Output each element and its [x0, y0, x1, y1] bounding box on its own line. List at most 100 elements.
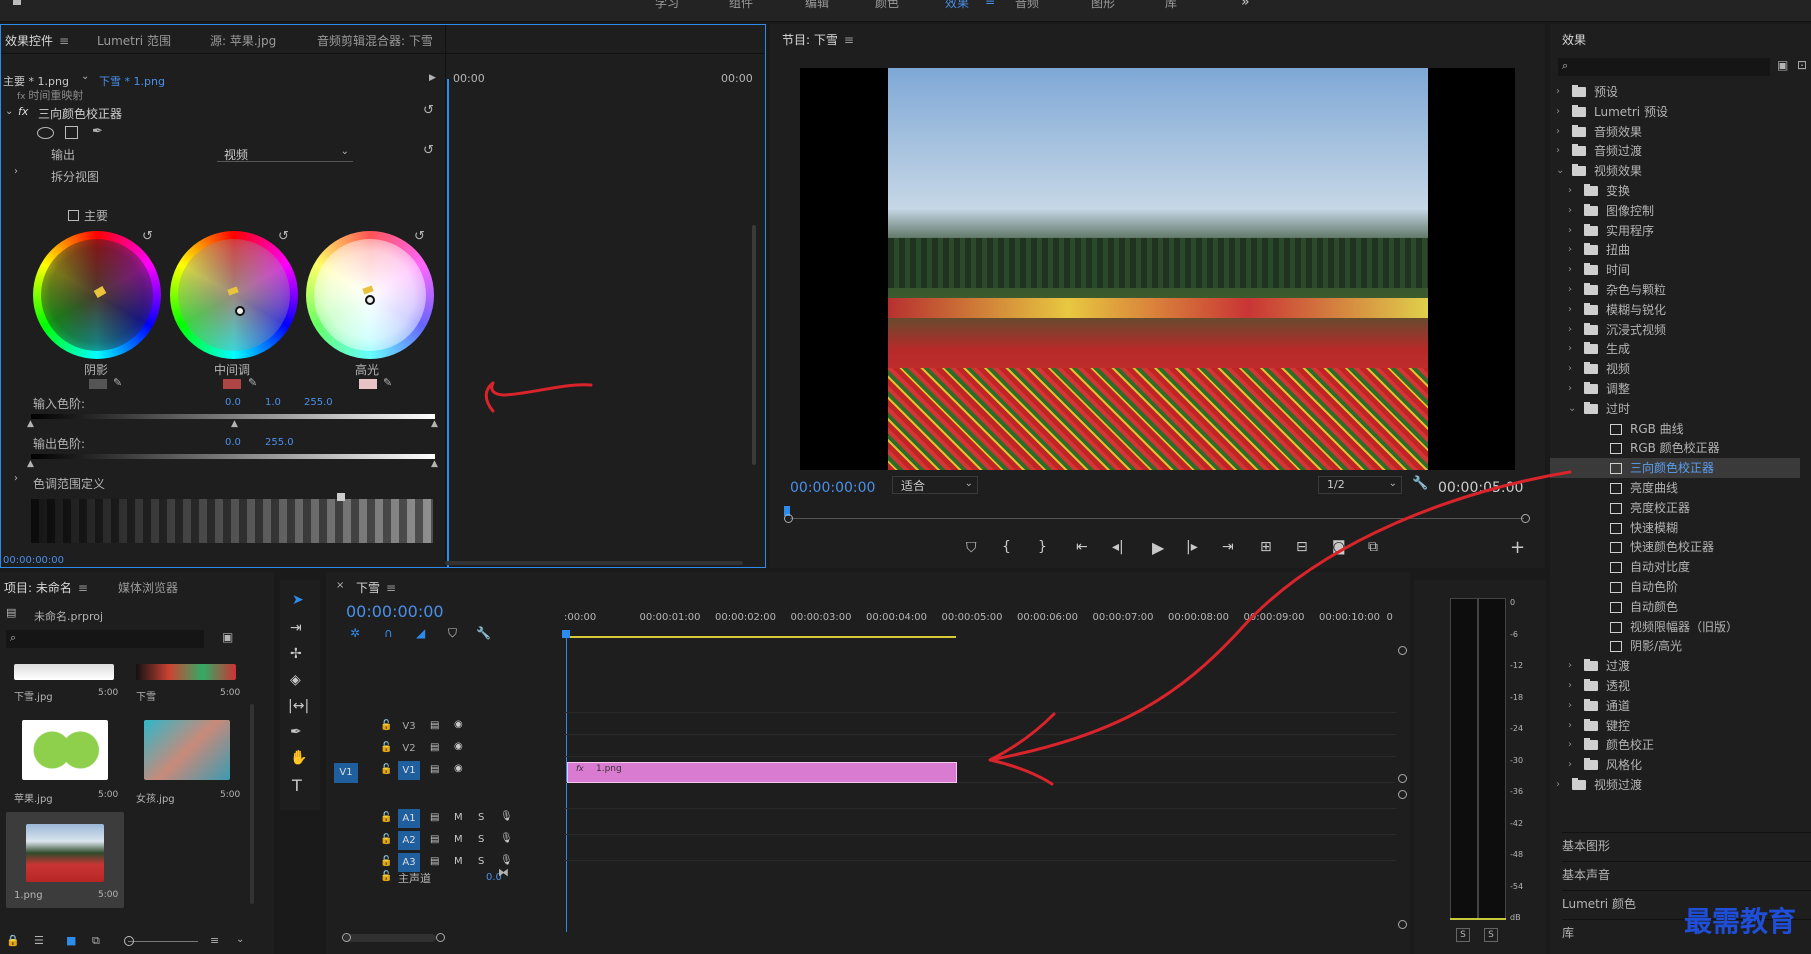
zoom-select[interactable]: 适合 ⌄	[892, 476, 978, 494]
effects-tree-item[interactable]: › 扭曲	[1550, 240, 1800, 260]
zoom-slider[interactable]	[128, 941, 198, 942]
chevron-right-icon[interactable]: ›	[1568, 280, 1572, 300]
slip-tool-icon[interactable]: |↔|	[288, 698, 309, 714]
tab-audio-clip-mixer[interactable]: 音频剪辑混合器: 下雪	[317, 32, 433, 49]
tab-source[interactable]: 源: 苹果.jpg	[210, 32, 276, 49]
chevron-right-icon[interactable]: ›	[1568, 181, 1572, 201]
effects-tree-item[interactable]: 自动颜色	[1550, 597, 1800, 617]
swatch-highlights[interactable]	[359, 379, 377, 389]
track-select-tool-icon[interactable]: ⇥	[290, 620, 302, 636]
ec-scrollbar[interactable]	[445, 561, 743, 565]
chevron-down-icon[interactable]: ⌄	[236, 934, 244, 945]
chevron-right-icon[interactable]: ›	[1556, 122, 1560, 142]
selection-tool-icon[interactable]: ➤	[292, 592, 304, 608]
tonal-range-chevron-icon[interactable]: ›	[14, 473, 18, 484]
project-search-input[interactable]: ⌕	[6, 630, 204, 648]
add-marker-icon[interactable]: ⛉	[448, 626, 457, 641]
effects-tree-item[interactable]: › 时间	[1550, 260, 1800, 280]
project-item-name[interactable]: 女孩.jpg	[136, 790, 175, 805]
workspace-tab[interactable]: 组件	[729, 0, 753, 11]
solo-left-button[interactable]: S	[1456, 928, 1470, 942]
reset-icon[interactable]: ↺	[423, 103, 434, 118]
effects-search-input[interactable]: ⌕	[1558, 58, 1770, 76]
project-item-thumb[interactable]	[22, 720, 108, 780]
track-target-toggle[interactable]: A1	[398, 809, 420, 828]
timeline-clip[interactable]: fx 1.png	[567, 762, 957, 783]
reset-icon[interactable]: ↺	[414, 229, 425, 244]
chevron-down-icon[interactable]: ⌄	[1568, 399, 1576, 419]
effects-tree-item[interactable]: ⌄ 过时	[1550, 399, 1800, 419]
sync-lock-icon[interactable]: ▤	[430, 764, 439, 775]
solo-right-button[interactable]: S	[1484, 928, 1498, 942]
bin-icon[interactable]: ▣	[222, 630, 233, 644]
tonal-range-strip[interactable]	[31, 499, 433, 543]
track-header[interactable]: 🔓 A3 ▤ M S 🎙	[326, 852, 564, 874]
time-remap-row[interactable]: fx 时间重映射	[17, 87, 83, 103]
solo-button[interactable]: S	[478, 834, 484, 845]
effects-tree-item[interactable]: › 键控	[1550, 716, 1800, 736]
chevron-right-icon[interactable]: ›	[1568, 359, 1572, 379]
program-title[interactable]: 节目: 下雪 ≡	[782, 31, 854, 48]
add-marker-icon[interactable]: ⛉	[966, 540, 977, 556]
razor-tool-icon[interactable]: ◈	[290, 672, 301, 688]
effects-tree-item[interactable]: 亮度校正器	[1550, 498, 1800, 518]
solo-button[interactable]: S	[478, 812, 484, 823]
track-target-toggle[interactable]: V2	[398, 739, 420, 758]
hand-tool-icon[interactable]: ✋	[290, 750, 307, 766]
lock-icon[interactable]: 🔓	[380, 856, 392, 867]
track-header[interactable]: 🔓 V2 ▤ ◉	[326, 738, 564, 760]
linked-selection-icon[interactable]: ◢	[416, 626, 425, 640]
sync-lock-icon[interactable]: ▤	[430, 812, 439, 823]
video-frame[interactable]	[888, 68, 1428, 470]
output-level-black[interactable]: 0.0	[225, 437, 241, 448]
effects-tree-item[interactable]: › 视频过渡	[1550, 775, 1800, 795]
tonal-range-handle[interactable]	[337, 493, 345, 501]
output-level-white[interactable]: 255.0	[265, 437, 294, 448]
playhead-marker[interactable]	[562, 630, 570, 638]
eye-icon[interactable]: ◉	[454, 741, 463, 752]
workspace-tab[interactable]: 效果	[945, 0, 969, 11]
workspace-tab[interactable]: 颜色	[875, 0, 899, 11]
lock-icon[interactable]: 🔓	[380, 764, 392, 775]
timeline-timecode[interactable]: 00:00:00:00	[346, 602, 444, 621]
timeline-title[interactable]: 下雪 ≡	[356, 579, 396, 596]
microphone-icon[interactable]: 🎙	[500, 811, 513, 822]
timeline-scroll-handle[interactable]	[1398, 920, 1407, 929]
play-only-icon[interactable]: ▶	[429, 73, 436, 83]
chevron-right-icon[interactable]: ›	[1568, 379, 1572, 399]
more-workspaces-button[interactable]: »	[1241, 0, 1250, 10]
sync-lock-icon[interactable]: ▤	[430, 834, 439, 845]
effects-tree-item[interactable]: 自动对比度	[1550, 557, 1800, 577]
eyedropper-icon[interactable]: ✎	[248, 376, 257, 389]
chevron-right-icon[interactable]: ›	[1556, 82, 1560, 102]
new-bin-icon[interactable]: ▣	[1777, 58, 1788, 72]
clip-sequence-label[interactable]: 下雪 * 1.png	[99, 73, 165, 89]
swatch-shadows[interactable]	[89, 379, 107, 389]
rect-mask-icon[interactable]	[65, 126, 78, 139]
ec-playhead[interactable]	[447, 79, 449, 567]
wrench-icon[interactable]: 🔧	[476, 626, 491, 640]
chevron-right-icon[interactable]: ›	[1568, 201, 1572, 221]
output-select[interactable]: 视频 ⌄	[217, 146, 353, 162]
effects-tree-item[interactable]: 快速颜色校正器	[1550, 537, 1800, 557]
timeline-scroll-handle[interactable]	[1398, 790, 1407, 799]
lock-icon[interactable]: 🔓	[380, 834, 392, 845]
slider-handle[interactable]: ▲	[431, 419, 438, 429]
pen-tool-icon[interactable]: ✒	[290, 724, 302, 740]
delete-icon[interactable]: ⊡	[1797, 58, 1807, 72]
eye-icon[interactable]: ◉	[454, 719, 463, 730]
source-v1-toggle[interactable]: V1	[334, 763, 358, 783]
color-wheel-midtones[interactable]	[170, 231, 298, 359]
project-item-thumb[interactable]	[14, 664, 114, 680]
effects-tree-item[interactable]: › 调整	[1550, 379, 1800, 399]
chevron-down-icon[interactable]: ⌄	[1556, 161, 1564, 181]
home-icon[interactable]	[10, 0, 24, 6]
lock-icon[interactable]: 🔒	[6, 934, 20, 947]
effects-tree-item[interactable]: › Lumetri 预设	[1550, 102, 1800, 122]
swatch-midtones[interactable]	[223, 379, 241, 389]
slider-handle[interactable]: ▲	[27, 419, 34, 429]
timeline-hscrollbar[interactable]	[344, 934, 436, 942]
tab-lumetri-scopes[interactable]: Lumetri 范围	[97, 32, 171, 49]
effects-tree-item[interactable]: › 颜色校正	[1550, 735, 1800, 755]
effects-tree-item[interactable]: › 透视	[1550, 676, 1800, 696]
